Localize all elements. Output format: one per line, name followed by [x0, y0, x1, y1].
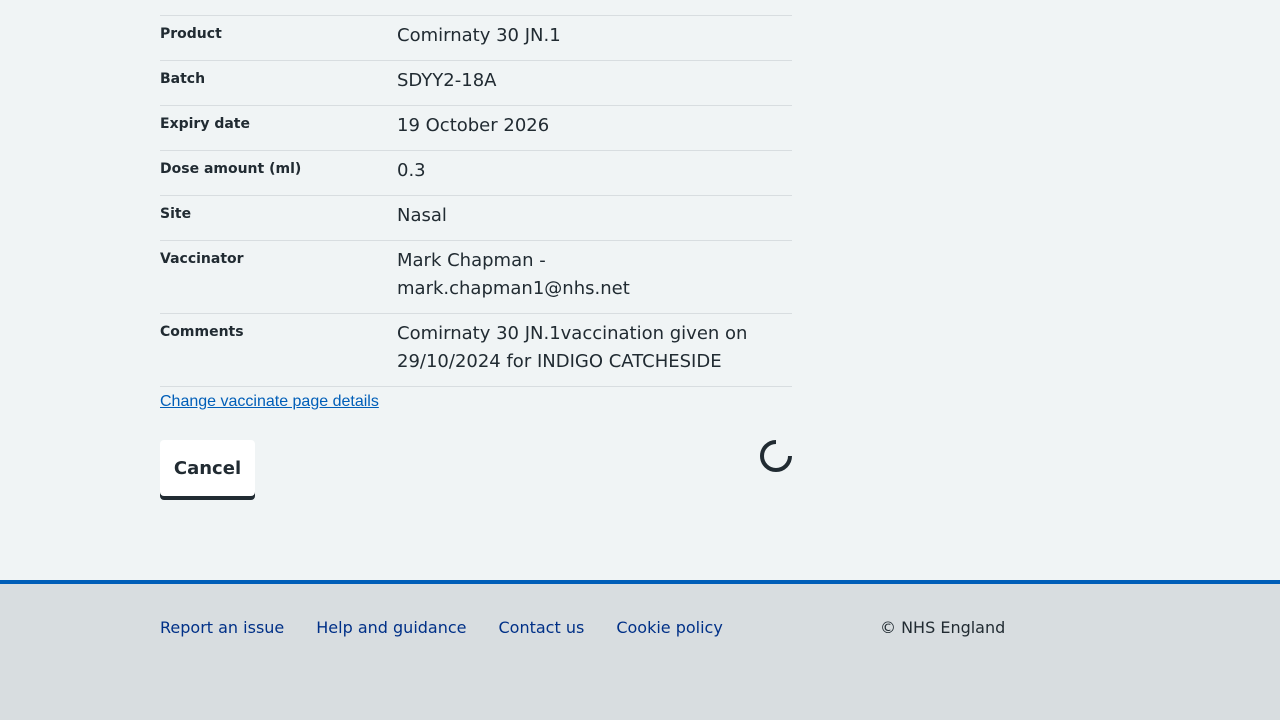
summary-key: Comments [160, 324, 244, 340]
spinner-icon [760, 440, 792, 472]
summary-key: Expiry date [160, 116, 250, 132]
footer-link-contact-us[interactable]: Contact us [499, 618, 585, 637]
summary-value: Mark Chapman - mark.chapman1@nhs.net [397, 250, 630, 299]
summary-key: Site [160, 206, 192, 222]
summary-value: Nasal [397, 205, 447, 226]
summary-list: Product Comirnaty 30 JN.1 Batch SDYY2-18… [160, 15, 792, 387]
cancel-button[interactable]: Cancel [160, 440, 255, 496]
summary-row-dose-amount: Dose amount (ml) 0.3 [160, 151, 792, 196]
footer-link-cookie-policy[interactable]: Cookie policy [616, 618, 723, 637]
summary-row-vaccinator: Vaccinator Mark Chapman - mark.chapman1@… [160, 241, 792, 314]
summary-key: Product [160, 26, 222, 42]
summary-value: Comirnaty 30 JN.1 [397, 25, 561, 46]
change-vaccinate-details-link[interactable]: Change vaccinate page details [160, 393, 379, 411]
summary-row-batch: Batch SDYY2-18A [160, 61, 792, 106]
summary-row-site: Site Nasal [160, 196, 792, 241]
summary-value: Comirnaty 30 JN.1vaccination given on 29… [397, 323, 748, 372]
summary-row-product: Product Comirnaty 30 JN.1 [160, 16, 792, 61]
summary-row-comments: Comments Comirnaty 30 JN.1vaccination gi… [160, 314, 792, 387]
summary-row-expiry-date: Expiry date 19 October 2026 [160, 106, 792, 151]
summary-key: Vaccinator [160, 251, 244, 267]
summary-value: SDYY2-18A [397, 70, 497, 91]
footer: Report an issue Help and guidance Contac… [0, 580, 1280, 720]
footer-link-report-issue[interactable]: Report an issue [160, 618, 284, 637]
summary-key: Dose amount (ml) [160, 161, 302, 177]
page: Product Comirnaty 30 JN.1 Batch SDYY2-18… [0, 0, 1280, 720]
footer-links: Report an issue Help and guidance Contac… [160, 618, 723, 637]
footer-copyright: © NHS England [880, 618, 1006, 637]
summary-key: Batch [160, 71, 206, 87]
summary-value: 19 October 2026 [397, 115, 550, 136]
footer-link-help-guidance[interactable]: Help and guidance [316, 618, 466, 637]
summary-value: 0.3 [397, 160, 426, 181]
